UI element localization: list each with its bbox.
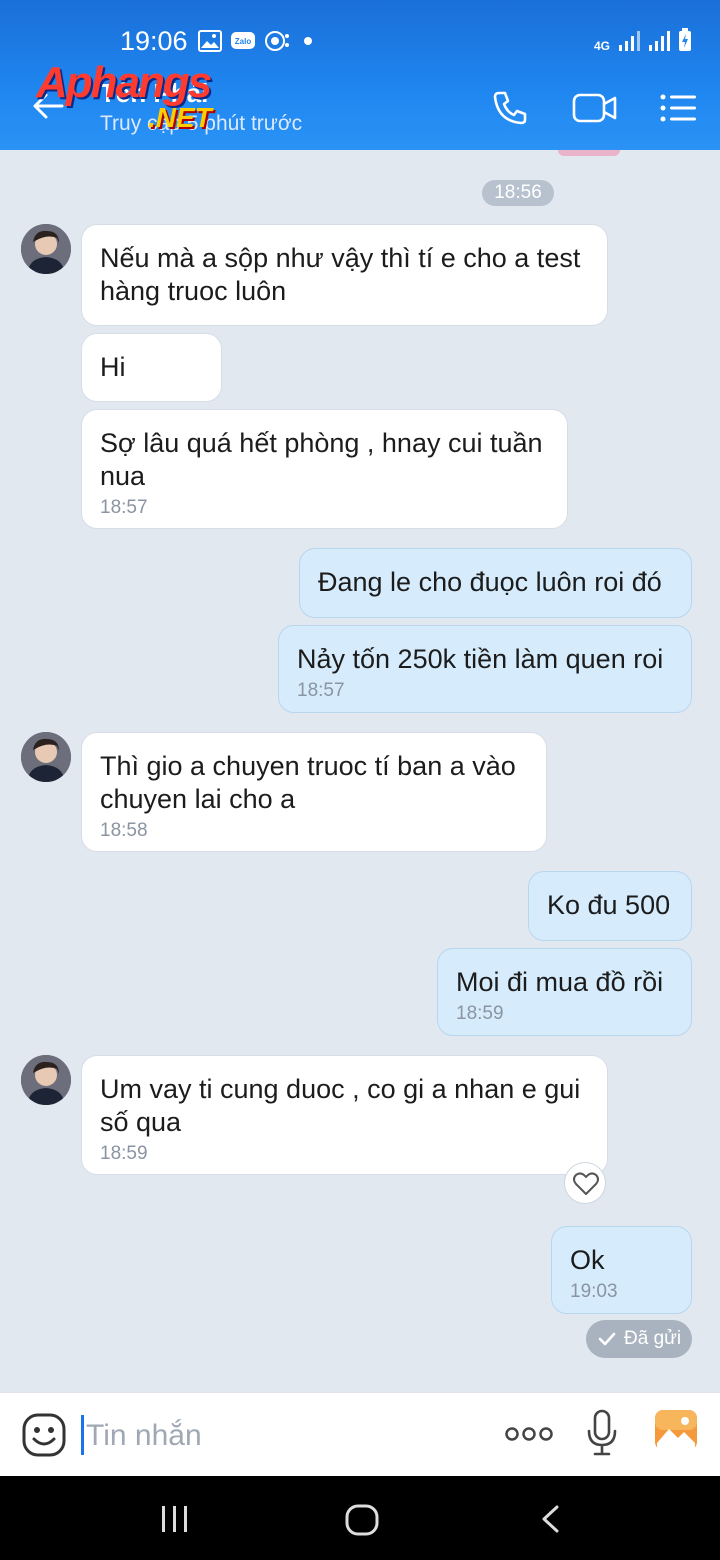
message-time: 19:03	[570, 1281, 618, 1302]
message-bubble[interactable]: Um vay ti cung duoc , co gi a nhan e gui…	[81, 1055, 608, 1175]
message-text: Nếu mà a sộp như vậy thì tí e cho a test…	[100, 243, 581, 306]
menu-list-icon[interactable]	[658, 88, 698, 128]
message-bubble[interactable]: Ko đu 500	[528, 871, 692, 941]
phone-icon[interactable]	[490, 88, 530, 128]
microphone-icon[interactable]	[586, 1409, 618, 1457]
message-time: 18:57	[297, 680, 345, 701]
message-time: 18:58	[100, 820, 148, 841]
sent-status-text: Đã gửi	[624, 1328, 682, 1349]
message-text: Moi đi mua đồ rồi	[456, 967, 664, 997]
emoji-icon[interactable]	[22, 1413, 66, 1457]
message-text: Đang le cho đuọc luôn roi đó	[318, 567, 662, 597]
battery-icon	[679, 28, 691, 51]
avatar[interactable]	[21, 1055, 71, 1105]
video-call-icon[interactable]	[572, 88, 618, 128]
zalo-notification-icon: Zalo	[231, 32, 255, 49]
message-text: Ok	[570, 1245, 605, 1275]
message-time: 18:59	[456, 1003, 504, 1024]
status-right: 4G	[594, 28, 692, 52]
chat-area[interactable]: 18:56 Nếu mà a sộp như vậy thì tí e cho …	[0, 150, 720, 1392]
message-text: Thì gio a chuyen truoc tí ban a vào chuy…	[100, 751, 516, 814]
more-options-icon[interactable]	[504, 1421, 554, 1447]
svg-text:Zalo: Zalo	[235, 37, 252, 46]
message-input-bar	[0, 1392, 720, 1476]
gallery-notification-icon	[198, 30, 222, 52]
previous-sticker-edge	[558, 150, 620, 156]
message-bubble[interactable]: Moi đi mua đồ rồi 18:59	[437, 948, 692, 1036]
watermark-logo: Aphangs .NET	[36, 58, 266, 138]
chat-notification-icon	[265, 31, 289, 51]
avatar[interactable]	[21, 732, 71, 782]
back-nav-icon[interactable]	[538, 1504, 562, 1534]
message-text: Um vay ti cung duoc , co gi a nhan e gui…	[100, 1074, 581, 1137]
check-icon	[598, 1332, 616, 1346]
signal-icon-2	[649, 31, 670, 51]
notification-dot	[304, 37, 312, 45]
message-text: Sợ lâu quá hết phòng , hnay cui tuần nua	[100, 428, 543, 491]
home-icon[interactable]	[345, 1504, 379, 1536]
message-text: Hi	[100, 352, 126, 382]
sent-status-badge: Đã gửi	[586, 1320, 692, 1358]
message-input[interactable]	[86, 1417, 466, 1455]
message-bubble[interactable]: Thì gio a chuyen truoc tí ban a vào chuy…	[81, 732, 547, 852]
message-bubble[interactable]: Đang le cho đuọc luôn roi đó	[299, 548, 692, 618]
message-time: 18:59	[100, 1143, 148, 1164]
message-text: Ko đu 500	[547, 890, 671, 920]
recent-apps-icon[interactable]	[160, 1504, 190, 1534]
message-time: 18:57	[100, 497, 148, 518]
system-nav-bar	[0, 1476, 720, 1560]
message-bubble[interactable]: Nếu mà a sộp như vậy thì tí e cho a test…	[81, 224, 608, 326]
message-text: Nảy tốn 250k tiền làm quen roi	[297, 644, 664, 674]
message-bubble[interactable]: Nảy tốn 250k tiền làm quen roi 18:57	[278, 625, 692, 713]
watermark-main: Aphangs	[36, 58, 212, 107]
text-caret	[81, 1415, 84, 1455]
status-time: 19:06	[120, 26, 188, 56]
watermark-sub: .NET	[148, 102, 212, 133]
heart-icon	[573, 1172, 599, 1195]
top-bar: 19:06 Zalo 4G Tên Phải Truy cập 5 phút t…	[0, 0, 720, 150]
message-bubble[interactable]: Hi	[81, 333, 222, 402]
message-bubble[interactable]: Sợ lâu quá hết phòng , hnay cui tuần nua…	[81, 409, 568, 529]
react-heart-button[interactable]	[564, 1162, 606, 1204]
time-divider: 18:56	[482, 180, 554, 206]
avatar[interactable]	[21, 224, 71, 274]
image-gallery-icon[interactable]	[654, 1409, 698, 1451]
message-bubble[interactable]: Ok 19:03	[551, 1226, 692, 1314]
network-type: 4G	[593, 39, 610, 53]
signal-icon-1	[619, 31, 640, 51]
